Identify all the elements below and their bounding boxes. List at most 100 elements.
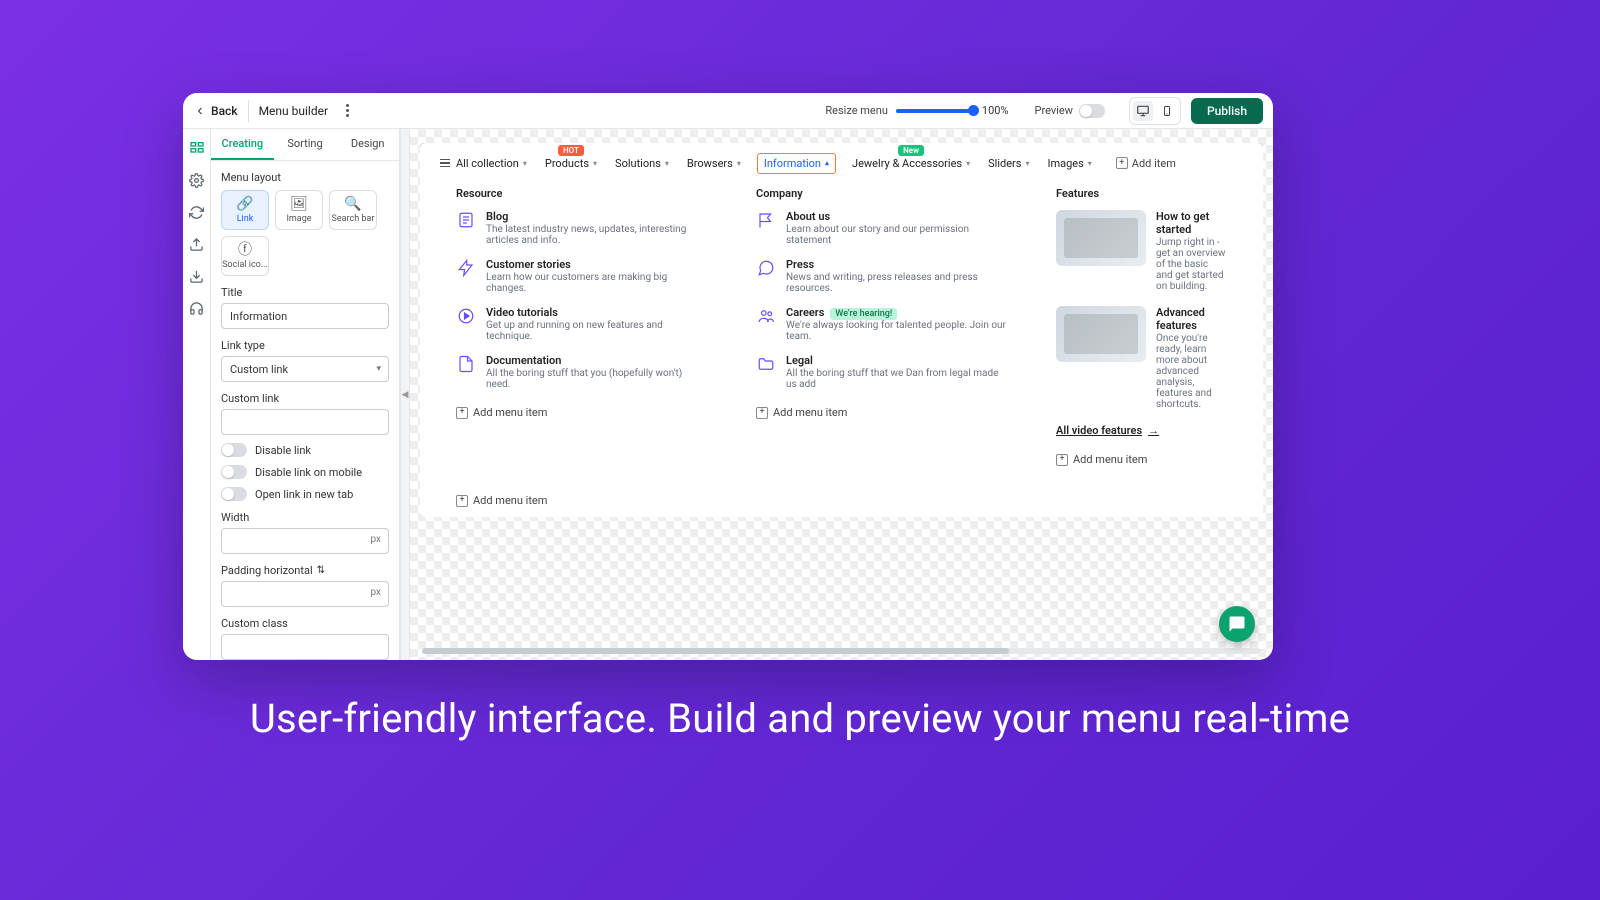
custom-class-input[interactable] <box>221 634 389 660</box>
rail-upload-icon[interactable] <box>188 235 206 253</box>
side-panel: Creating Sorting Design Menu layout 🔗Lin… <box>211 129 400 660</box>
toggle-disable-link: Disable link <box>221 443 389 457</box>
flag-icon <box>756 210 776 230</box>
add-item-button[interactable]: +Add item <box>1116 157 1176 170</box>
add-menu-item-col1[interactable]: +Add menu item <box>456 406 706 419</box>
doc-icon <box>456 354 476 374</box>
new-tab-switch[interactable] <box>221 487 247 501</box>
device-toggle <box>1129 97 1181 125</box>
unit-px: px <box>370 587 381 598</box>
mega-col-features: Features How to get startedJump right in… <box>1056 183 1227 466</box>
padding-input[interactable] <box>221 581 389 607</box>
menu-preview: All collection▾ HOT Products▾ Solutions▾… <box>420 143 1263 517</box>
folder-icon <box>756 354 776 374</box>
thumbnail-image <box>1056 306 1146 362</box>
custom-class-label: Custom class <box>221 617 389 630</box>
marketing-caption: User-friendly interface. Build and previ… <box>0 695 1600 742</box>
rail-support-icon[interactable] <box>188 299 206 317</box>
mobile-icon[interactable] <box>1157 101 1177 121</box>
plus-icon: + <box>756 407 768 419</box>
bolt-icon <box>456 258 476 278</box>
add-menu-item-col3[interactable]: +Add menu item <box>1056 453 1227 466</box>
mega-item-blog[interactable]: BlogThe latest industry news, updates, i… <box>456 210 706 246</box>
disable-mobile-switch[interactable] <box>221 465 247 479</box>
resize-value: 100% <box>982 104 1009 117</box>
back-button[interactable]: Back <box>193 104 238 118</box>
rail-settings-icon[interactable] <box>188 171 206 189</box>
page-title: Menu builder <box>259 104 328 118</box>
nav-rail <box>183 129 211 660</box>
custom-link-label: Custom link <box>221 392 389 405</box>
add-menu-item-col2[interactable]: +Add menu item <box>756 406 1006 419</box>
mega-item-careers[interactable]: CareersWe're hearing!We're always lookin… <box>756 306 1006 342</box>
menu-layout-heading: Menu layout <box>221 171 389 184</box>
menu-item-browsers[interactable]: Browsers▾ <box>685 157 743 170</box>
feature-card-1[interactable]: How to get startedJump right in - get an… <box>1056 210 1227 292</box>
custom-link-input[interactable] <box>221 409 389 435</box>
menu-item-solutions[interactable]: Solutions▾ <box>613 157 671 170</box>
rail-download-icon[interactable] <box>188 267 206 285</box>
col-heading: Company <box>756 187 1006 200</box>
col-heading: Resource <box>456 187 706 200</box>
tab-sorting[interactable]: Sorting <box>274 129 337 160</box>
resize-control: Resize menu 100% <box>825 104 1008 117</box>
menu-item-information[interactable]: Information▾ <box>757 153 836 174</box>
play-icon <box>456 306 476 326</box>
menu-item-products[interactable]: HOT Products▾ <box>543 157 599 170</box>
more-menu-icon[interactable] <box>340 104 354 117</box>
panel-tabs: Creating Sorting Design <box>211 129 399 161</box>
disable-link-switch[interactable] <box>221 443 247 457</box>
plus-icon: + <box>456 407 468 419</box>
link-type-select[interactable] <box>221 356 389 382</box>
layout-social[interactable]: ⓕSocial ico... <box>221 236 269 276</box>
layout-image[interactable]: 🖼Image <box>275 190 323 230</box>
tab-creating[interactable]: Creating <box>211 129 274 160</box>
resize-slider[interactable] <box>896 109 974 113</box>
hamburger-icon <box>440 159 450 168</box>
menu-bar: All collection▾ HOT Products▾ Solutions▾… <box>438 143 1245 183</box>
mega-col-company: Company About usLearn about our story an… <box>756 183 1006 466</box>
width-label: Width <box>221 511 389 524</box>
arrow-right-icon: → <box>1148 424 1159 437</box>
preview-switch[interactable] <box>1079 104 1105 118</box>
app-window: Back Menu builder Resize menu 100% Previ… <box>183 93 1273 660</box>
plus-icon: + <box>1116 157 1128 169</box>
title-input[interactable] <box>221 303 389 329</box>
feature-card-2[interactable]: Advanced featuresOnce you're ready, lear… <box>1056 306 1227 410</box>
layout-search[interactable]: 🔍Search bar <box>329 190 377 230</box>
all-video-features-link[interactable]: All video features→ <box>1056 424 1227 437</box>
search-icon: 🔍 <box>344 197 361 211</box>
horizontal-scrollbar[interactable] <box>422 648 1261 654</box>
users-icon <box>756 306 776 326</box>
mega-item-docs[interactable]: DocumentationAll the boring stuff that y… <box>456 354 706 390</box>
mega-item-about[interactable]: About usLearn about our story and our pe… <box>756 210 1006 246</box>
add-menu-item-bottom[interactable]: +Add menu item <box>456 494 1227 507</box>
width-input[interactable] <box>221 528 389 554</box>
desktop-icon[interactable] <box>1133 101 1153 121</box>
mega-item-stories[interactable]: Customer storiesLearn how our customers … <box>456 258 706 294</box>
menu-item-all-collection[interactable]: All collection▾ <box>438 157 529 170</box>
mega-item-video[interactable]: Video tutorialsGet up and running on new… <box>456 306 706 342</box>
divider <box>248 100 249 122</box>
rail-menu-icon[interactable] <box>188 139 206 157</box>
col-heading: Features <box>1056 187 1227 200</box>
back-label: Back <box>211 104 238 118</box>
mega-item-press[interactable]: PressNews and writing, press releases an… <box>756 258 1006 294</box>
link-icon: 🔗 <box>236 197 253 211</box>
chat-fab[interactable] <box>1219 606 1255 642</box>
collapse-sidebar-handle[interactable]: ◀ <box>400 129 410 660</box>
layout-link[interactable]: 🔗Link <box>221 190 269 230</box>
menu-item-images[interactable]: Images▾ <box>1045 157 1093 170</box>
preview-canvas: All collection▾ HOT Products▾ Solutions▾… <box>410 129 1273 660</box>
rail-sync-icon[interactable] <box>188 203 206 221</box>
layout-grid: 🔗Link 🖼Image 🔍Search bar ⓕSocial ico... <box>221 190 389 276</box>
menu-item-sliders[interactable]: Sliders▾ <box>986 157 1031 170</box>
mega-item-legal[interactable]: LegalAll the boring stuff that we Dan fr… <box>756 354 1006 390</box>
unit-px: px <box>370 534 381 545</box>
tab-design[interactable]: Design <box>336 129 399 160</box>
menu-item-jewelry[interactable]: New Jewelry & Accessories▾ <box>850 157 972 170</box>
hot-badge: HOT <box>558 145 584 156</box>
plus-icon: + <box>456 495 468 507</box>
publish-button[interactable]: Publish <box>1191 98 1263 124</box>
thumbnail-image <box>1056 210 1146 266</box>
